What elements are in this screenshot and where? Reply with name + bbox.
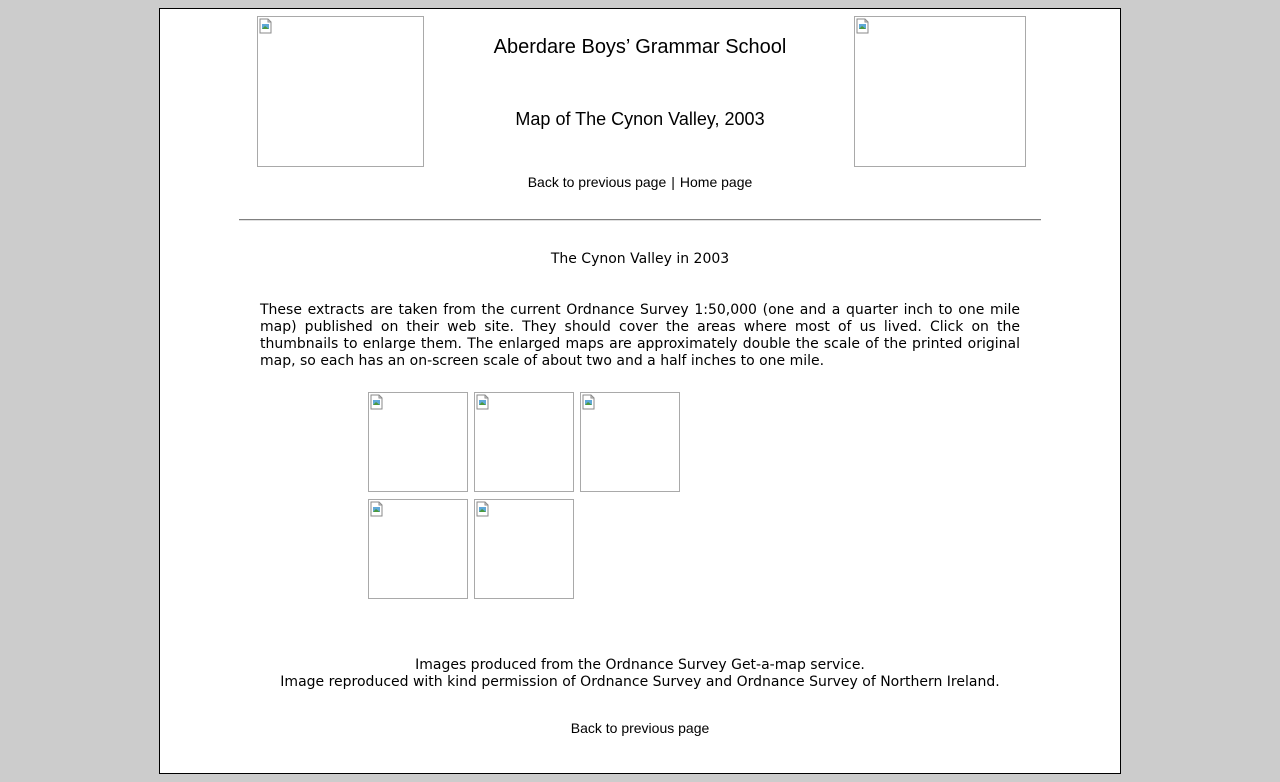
intro-paragraph: These extracts are taken from the curren… [260, 302, 1020, 369]
broken-image-icon [370, 501, 383, 517]
home-link[interactable]: Home page [680, 174, 752, 190]
broken-image-icon [476, 501, 489, 517]
back-link-bottom[interactable]: Back to previous page [571, 720, 710, 736]
map-thumbnail[interactable] [580, 392, 680, 492]
broken-image-icon [856, 18, 869, 34]
page-title: Map of The Cynon Valley, 2003 [515, 109, 765, 129]
back-link[interactable]: Back to previous page [528, 174, 667, 190]
horizontal-divider [239, 219, 1041, 221]
school-name: Aberdare Boys’ Grammar School [493, 36, 787, 58]
bottom-nav: Back to previous page [160, 719, 1120, 737]
top-nav: Back to previous page | Home page [160, 173, 1120, 191]
broken-image-icon [582, 394, 595, 410]
credit-line-1: Images produced from the Ordnance Survey… [415, 657, 865, 673]
map-thumbnail[interactable] [368, 499, 468, 599]
credit-line-2: Image reproduced with kind permission of… [280, 674, 1000, 690]
section-heading: The Cynon Valley in 2003 [550, 251, 730, 267]
map-thumbnail[interactable] [368, 392, 468, 492]
map-thumbnail[interactable] [474, 392, 574, 492]
nav-separator: | [671, 174, 675, 190]
map-thumbnail[interactable] [474, 499, 574, 599]
broken-image-icon [476, 394, 489, 410]
credits: Images produced from the Ordnance Survey… [160, 657, 1120, 691]
page-container: Aberdare Boys’ Grammar School Map of The… [159, 8, 1121, 774]
broken-image-icon [370, 394, 383, 410]
broken-image-icon [259, 18, 272, 34]
